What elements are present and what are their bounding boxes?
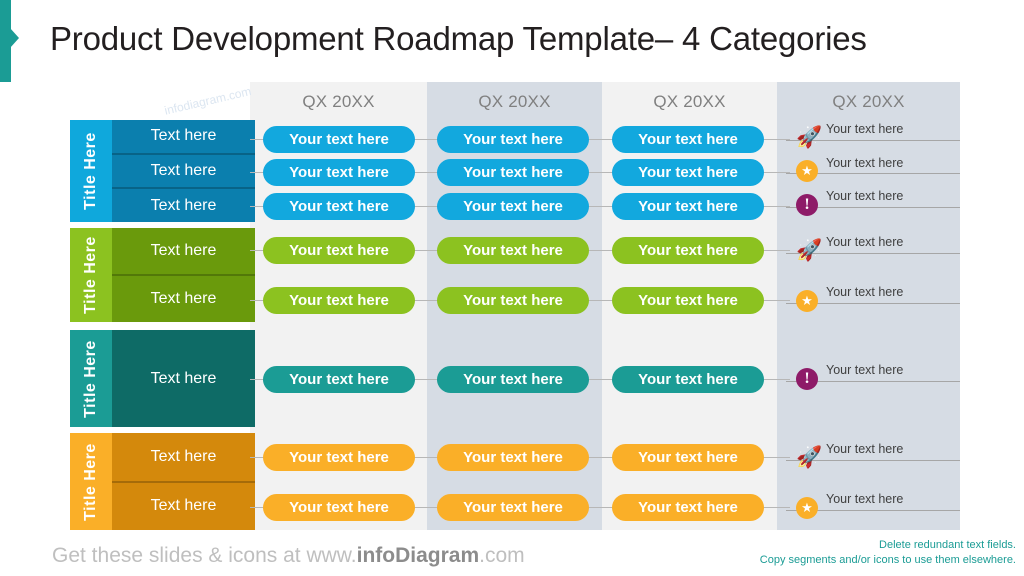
category-row[interactable]: Text here	[112, 480, 255, 531]
right-item-icon: 🚀	[796, 240, 822, 266]
quarter-header-3: QX 20XX	[653, 92, 726, 111]
category-row[interactable]: Text here	[112, 152, 255, 188]
milestone-pill[interactable]: Your text here	[612, 287, 764, 314]
right-item-label[interactable]: Your text here	[826, 235, 956, 249]
category-rows: Text here Text here	[112, 433, 255, 530]
watermark: infodiagram.com	[163, 84, 253, 118]
right-item-icon: ★	[796, 160, 822, 186]
rocket-icon: 🚀	[796, 126, 823, 149]
rocket-icon: 🚀	[796, 239, 823, 262]
rocket-icon: 🚀	[796, 446, 823, 469]
milestone-pill[interactable]: Your text here	[612, 237, 764, 264]
right-item-label[interactable]: Your text here	[826, 363, 956, 377]
footer-brand: infoDiagram	[356, 544, 480, 567]
category-rows: Text here	[112, 330, 255, 427]
right-item-icon: ★	[796, 290, 822, 316]
right-item-label[interactable]: Your text here	[826, 492, 956, 506]
milestone-pill[interactable]: Your text here	[612, 126, 764, 153]
footer-tld: .com	[479, 544, 525, 567]
milestone-pill[interactable]: Your text here	[437, 494, 589, 521]
category-row[interactable]: Text here	[112, 228, 255, 274]
right-item-label[interactable]: Your text here	[826, 156, 956, 170]
milestone-pill[interactable]: Your text here	[612, 444, 764, 471]
category-title-label: Title Here	[82, 236, 99, 314]
category-title-label: Title Here	[82, 132, 99, 210]
category-block[interactable]: Title Here Text here Text here Text here	[70, 120, 255, 222]
right-item-label[interactable]: Your text here	[826, 442, 956, 456]
milestone-pill[interactable]: Your text here	[263, 366, 415, 393]
right-item-icon: 🚀	[796, 127, 822, 153]
right-item-icon: ★	[796, 497, 822, 523]
milestone-pill[interactable]: Your text here	[612, 494, 764, 521]
milestone-pill[interactable]: Your text here	[263, 159, 415, 186]
milestone-pill[interactable]: Your text here	[612, 366, 764, 393]
category-title-bar: Title Here	[70, 433, 112, 530]
right-item-icon: !	[796, 194, 822, 220]
milestone-pill[interactable]: Your text here	[263, 126, 415, 153]
milestone-pill[interactable]: Your text here	[437, 366, 589, 393]
footer-note-line-1: Delete redundant text fields.	[879, 539, 1016, 551]
milestone-pill[interactable]: Your text here	[263, 193, 415, 220]
category-rows: Text here Text here Text here	[112, 120, 255, 222]
category-row[interactable]: Text here	[112, 120, 255, 153]
category-block[interactable]: Title Here Text here	[70, 330, 255, 427]
category-title-bar: Title Here	[70, 120, 112, 222]
milestone-pill[interactable]: Your text here	[612, 193, 764, 220]
category-row[interactable]: Text here	[112, 330, 255, 427]
left-accent-arrow-icon	[10, 28, 19, 48]
milestone-pill[interactable]: Your text here	[437, 193, 589, 220]
category-block[interactable]: Title Here Text here Text here	[70, 228, 255, 322]
slide-canvas: Product Development Roadmap Template– 4 …	[0, 0, 1024, 576]
quarter-header-2: QX 20XX	[478, 92, 551, 111]
exclamation-badge-icon: !	[796, 194, 818, 216]
page-title: Product Development Roadmap Template– 4 …	[50, 20, 867, 57]
category-title-label: Title Here	[82, 442, 99, 521]
category-row[interactable]: Text here	[112, 274, 255, 322]
milestone-pill[interactable]: Your text here	[263, 287, 415, 314]
milestone-pill[interactable]: Your text here	[263, 494, 415, 521]
right-item-icon: 🚀	[796, 447, 822, 473]
milestone-pill[interactable]: Your text here	[437, 287, 589, 314]
category-row[interactable]: Text here	[112, 187, 255, 222]
category-title-bar: Title Here	[70, 228, 112, 322]
quarter-header-4: QX 20XX	[832, 92, 905, 111]
star-badge-icon: ★	[796, 290, 818, 312]
footer-promo: Get these slides & icons at www.infoDiag…	[52, 544, 525, 568]
milestone-pill[interactable]: Your text here	[437, 159, 589, 186]
right-item-icon: !	[796, 368, 822, 394]
category-block[interactable]: Title Here Text here Text here	[70, 433, 255, 530]
star-badge-icon: ★	[796, 497, 818, 519]
milestone-pill[interactable]: Your text here	[437, 444, 589, 471]
right-item-label[interactable]: Your text here	[826, 285, 956, 299]
milestone-pill[interactable]: Your text here	[263, 237, 415, 264]
footer-note: Delete redundant text fields. Copy segme…	[760, 538, 1016, 568]
footer-note-line-2: Copy segments and/or icons to use them e…	[759, 554, 1016, 566]
quarter-header-1: QX 20XX	[302, 92, 375, 111]
milestone-pill[interactable]: Your text here	[437, 126, 589, 153]
milestone-pill[interactable]: Your text here	[437, 237, 589, 264]
category-title-label: Title Here	[82, 339, 99, 418]
right-item-label[interactable]: Your text here	[826, 122, 956, 136]
exclamation-badge-icon: !	[796, 368, 818, 390]
star-badge-icon: ★	[796, 160, 818, 182]
category-rows: Text here Text here	[112, 228, 255, 322]
right-item-label[interactable]: Your text here	[826, 189, 956, 203]
footer-promo-lead: Get these slides & icons at www.	[52, 544, 357, 567]
milestone-pill[interactable]: Your text here	[612, 159, 764, 186]
category-title-bar: Title Here	[70, 330, 112, 427]
milestone-pill[interactable]: Your text here	[263, 444, 415, 471]
category-row[interactable]: Text here	[112, 433, 255, 481]
